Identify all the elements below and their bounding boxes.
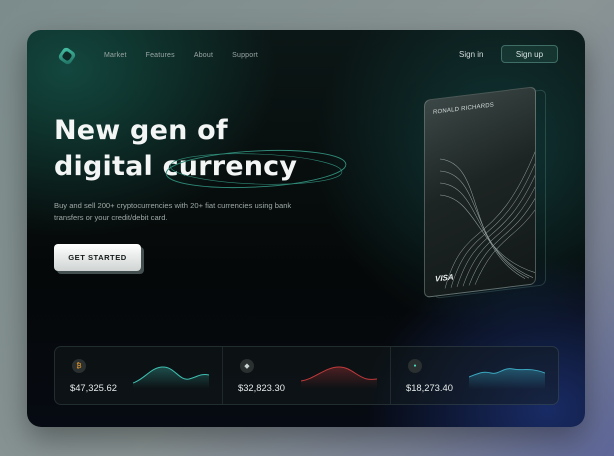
hero-headline: New gen of digital currency [54,113,297,185]
bitcoin-icon: ₿ [72,359,86,373]
headline-line-1: New gen of [54,115,228,146]
ethereum-trend-icon [301,366,377,389]
main-nav: Market Features About Support [104,52,258,59]
credit-card: RONALD RICHARDS VISA [424,86,536,298]
hero-subtitle: Buy and sell 200+ cryptocurrencies with … [54,201,292,222]
sign-in-link[interactable]: Sign in [459,50,483,59]
logo-icon[interactable] [57,46,77,66]
ticker-item-ethereum[interactable]: ◆ $32,823.30 [223,347,391,404]
nav-link-about[interactable]: About [194,52,213,59]
card-wave-pattern-icon [439,147,536,289]
headline-word-digital: digital [54,151,153,182]
sign-up-button[interactable]: Sign up [501,45,558,63]
app-window: Market Features About Support Sign in Si… [27,30,585,427]
bitcoin-trend-icon [133,366,209,389]
get-started-button[interactable]: GET STARTED [54,244,141,271]
ethereum-price: $32,823.30 [238,382,285,393]
coin-icon: ● [408,359,422,373]
coin-3-price: $18,273.40 [406,382,453,393]
credit-card-illustration: RONALD RICHARDS VISA [424,86,549,299]
ticker-item-coin-3[interactable]: ● $18,273.40 [391,347,558,404]
ticker-item-bitcoin[interactable]: ₿ $47,325.62 [55,347,223,404]
nav-link-features[interactable]: Features [146,52,175,59]
coin-3-trend-icon [469,368,545,389]
headline-word-currency: currency [162,151,298,182]
nav-link-support[interactable]: Support [232,52,258,59]
nav-link-market[interactable]: Market [104,52,127,59]
price-ticker: ₿ $47,325.62 ◆ $32,823.30 ● $18,273.40 [54,346,559,405]
ethereum-icon: ◆ [240,359,254,373]
headline-line-2: digital currency [54,149,297,185]
bitcoin-price: $47,325.62 [70,382,117,393]
